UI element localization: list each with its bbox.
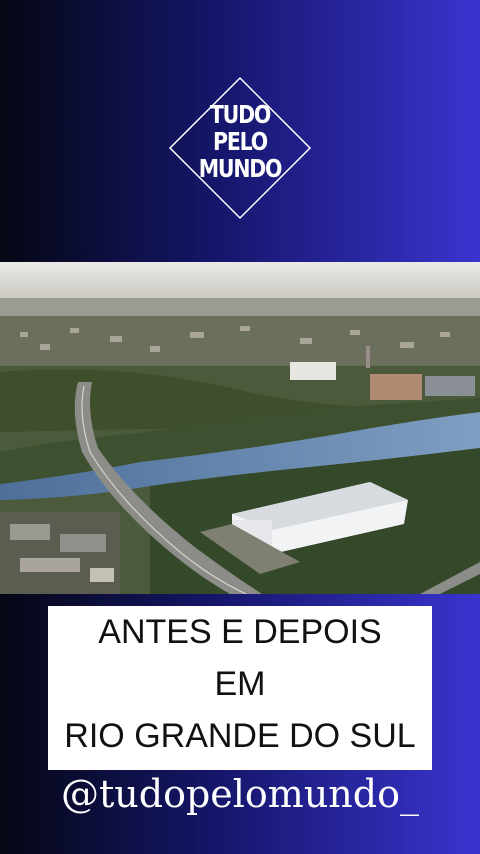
- aerial-city-river-image: [0, 262, 480, 594]
- logo-line-2: PELO: [213, 127, 268, 156]
- title-caption-box: ANTES E DEPOIS EM RIO GRANDE DO SUL: [48, 606, 432, 770]
- brand-logo: TUDO PELO MUNDO: [168, 76, 312, 220]
- logo-line-1: TUDO: [209, 100, 271, 129]
- caption-line-2: EM: [214, 665, 266, 703]
- logo-wordmark: TUDO PELO MUNDO: [181, 101, 299, 182]
- aerial-photo: [0, 262, 480, 594]
- caption-line-1: ANTES E DEPOIS: [98, 613, 382, 651]
- caption-line-3: RIO GRANDE DO SUL: [64, 717, 416, 755]
- social-handle: @tudopelomundo_: [61, 772, 419, 816]
- logo-line-3: MUNDO: [198, 154, 283, 183]
